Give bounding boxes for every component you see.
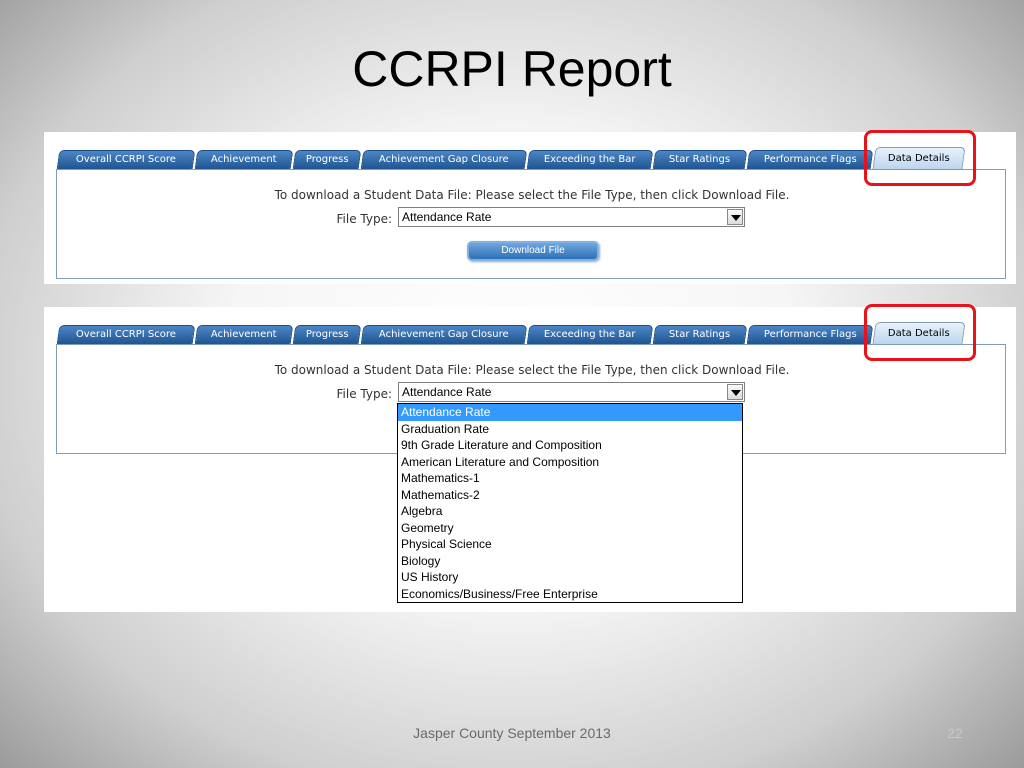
chevron-down-icon[interactable] [727, 209, 743, 225]
slide-footer: Jasper County September 2013 [413, 725, 611, 741]
screenshot-closed-dropdown: Overall CCRPI Score Achievement Progress… [44, 130, 1016, 284]
tab-overall-ccrpi-score[interactable]: Overall CCRPI Score [56, 150, 196, 169]
tab-exceeding-the-bar[interactable]: Exceeding the Bar [526, 150, 654, 169]
tab-exceeding-the-bar[interactable]: Exceeding the Bar [526, 325, 654, 344]
download-file-button[interactable]: Download File [467, 241, 599, 261]
dropdown-option-graduation-rate[interactable]: Graduation Rate [398, 421, 742, 438]
download-instruction: To download a Student Data File: Please … [274, 188, 790, 202]
dropdown-option-us-history[interactable]: US History [398, 569, 742, 586]
download-instruction: To download a Student Data File: Please … [274, 363, 790, 377]
highlight-annotation [864, 130, 976, 186]
dropdown-option-attendance-rate[interactable]: Attendance Rate [398, 404, 742, 421]
dropdown-option-mathematics-1[interactable]: Mathematics-1 [398, 470, 742, 487]
dropdown-option-biology[interactable]: Biology [398, 553, 742, 570]
tab-performance-flags[interactable]: Performance Flags [746, 150, 874, 169]
slide-title: CCRPI Report [352, 41, 672, 97]
dropdown-option-american-literature[interactable]: American Literature and Composition [398, 454, 742, 471]
tab-content-panel: To download a Student Data File: Please … [56, 170, 1006, 279]
tab-progress[interactable]: Progress [292, 150, 362, 169]
file-type-selected-value: Attendance Rate [402, 385, 492, 399]
file-type-label: File Type: [336, 387, 393, 401]
file-type-selected-value: Attendance Rate [402, 210, 492, 224]
tab-achievement[interactable]: Achievement [194, 150, 294, 169]
tab-star-ratings[interactable]: Star Ratings [652, 150, 748, 169]
dropdown-option-physical-science[interactable]: Physical Science [398, 536, 742, 553]
tab-performance-flags[interactable]: Performance Flags [746, 325, 874, 344]
chevron-down-icon[interactable] [727, 384, 743, 400]
tab-achievement-gap-closure[interactable]: Achievement Gap Closure [360, 325, 528, 344]
dropdown-option-geometry[interactable]: Geometry [398, 520, 742, 537]
highlight-annotation [864, 304, 976, 361]
file-type-select[interactable]: Attendance Rate [398, 382, 745, 402]
dropdown-option-9th-grade-literature[interactable]: 9th Grade Literature and Composition [398, 437, 742, 454]
tab-overall-ccrpi-score[interactable]: Overall CCRPI Score [56, 325, 196, 344]
file-type-dropdown-list[interactable]: Attendance Rate Graduation Rate 9th Grad… [397, 403, 743, 603]
tab-achievement[interactable]: Achievement [194, 325, 294, 344]
file-type-label: File Type: [336, 212, 393, 226]
dropdown-option-algebra[interactable]: Algebra [398, 503, 742, 520]
tab-star-ratings[interactable]: Star Ratings [652, 325, 748, 344]
dropdown-option-economics[interactable]: Economics/Business/Free Enterprise [398, 586, 742, 603]
dropdown-option-mathematics-2[interactable]: Mathematics-2 [398, 487, 742, 504]
tab-achievement-gap-closure[interactable]: Achievement Gap Closure [360, 150, 528, 169]
page-number: 22 [947, 725, 963, 741]
screenshot-open-dropdown: Overall CCRPI Score Achievement Progress… [44, 304, 1016, 612]
tab-progress[interactable]: Progress [292, 325, 362, 344]
file-type-select[interactable]: Attendance Rate [398, 207, 745, 227]
